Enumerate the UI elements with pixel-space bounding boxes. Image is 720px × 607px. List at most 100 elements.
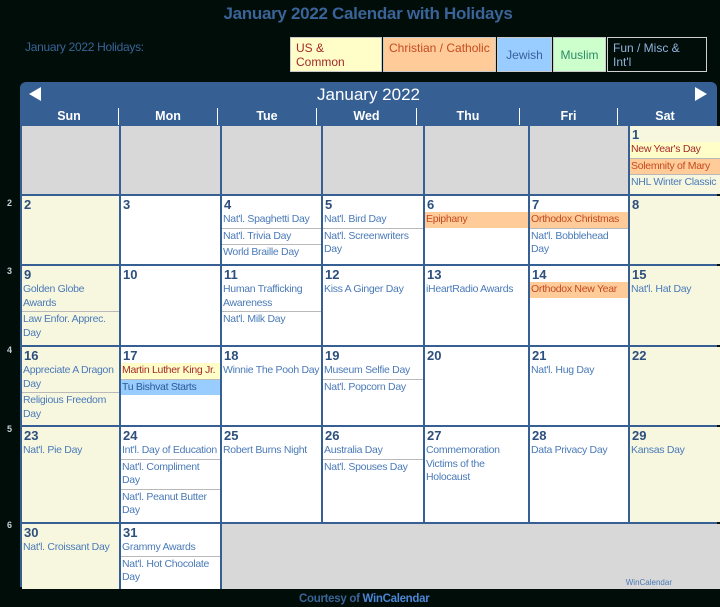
holiday-event[interactable]: Orthodox New Year	[530, 282, 628, 298]
holiday-event[interactable]: Golden Globe Awards	[22, 282, 119, 312]
day-number: 14	[532, 267, 547, 282]
day-cell-8[interactable]: 8	[630, 196, 720, 264]
day-number: 19	[325, 348, 340, 363]
day-cell-28[interactable]: 28 Data Privacy Day	[530, 427, 628, 522]
day-number: 29	[632, 428, 647, 443]
holiday-event[interactable]: Appreciate A Dragon Day	[22, 363, 119, 393]
holiday-event[interactable]: Robert Burns Night	[222, 443, 321, 459]
holiday-event[interactable]: Nat'l. Peanut Butter Day	[121, 490, 220, 519]
day-number: 27	[427, 428, 442, 443]
day-cell-20[interactable]: 20	[425, 347, 528, 425]
holiday-event[interactable]: World Braille Day	[222, 245, 321, 261]
day-cell-11[interactable]: 11 Human Trafficking Awareness Nat'l. Milk…	[222, 266, 321, 345]
day-cell-24[interactable]: 24 Int'l. Day of Education Nat'l. Complime…	[121, 427, 220, 522]
holiday-event[interactable]: Nat'l. Screenwriters Day	[323, 229, 423, 258]
holiday-event[interactable]: Grammy Awards	[121, 540, 220, 557]
holiday-event[interactable]: Nat'l. Spouses Day	[323, 460, 423, 476]
holiday-event[interactable]: Religious Freedom Day	[22, 393, 119, 422]
holiday-event[interactable]: Nat'l. Spaghetti Day	[222, 212, 321, 229]
holiday-event[interactable]: New Year's Day	[630, 142, 720, 159]
week-number: 6	[7, 520, 13, 530]
holiday-event[interactable]: Nat'l. Milk Day	[222, 312, 321, 328]
holiday-event[interactable]: Nat'l. Bird Day	[323, 212, 423, 229]
holiday-event[interactable]: Kiss A Ginger Day	[323, 282, 423, 298]
day-cell-16[interactable]: 16 Appreciate A Dragon Day Religious Freed…	[22, 347, 119, 425]
day-cell-9[interactable]: 9 Golden Globe Awards Law Enfor. Apprec. D…	[22, 266, 119, 345]
holiday-event[interactable]: Nat'l. Trivia Day	[222, 229, 321, 245]
day-cell-6[interactable]: 6 Epiphany	[425, 196, 528, 264]
weekday-wed: Wed	[316, 108, 416, 125]
holiday-event[interactable]: Martin Luther King Jr.	[121, 363, 220, 380]
legend-fun-misc: Fun / Misc & Int'l	[607, 37, 707, 72]
day-cell-14[interactable]: 14 Orthodox New Year	[530, 266, 628, 345]
day-number: 28	[532, 428, 547, 443]
holiday-event[interactable]: Human Trafficking Awareness	[222, 282, 321, 312]
day-cell-19[interactable]: 19 Museum Selfie Day Nat'l. Popcorn Day	[323, 347, 423, 425]
holiday-event[interactable]: Nat'l. Bobblehead Day	[530, 229, 628, 258]
holiday-event[interactable]: Epiphany	[425, 212, 528, 228]
holiday-event[interactable]: iHeartRadio Awards	[425, 282, 528, 298]
month-title: January 2022	[316, 85, 421, 104]
holiday-event[interactable]: Orthodox Christmas	[530, 212, 628, 229]
holiday-event[interactable]: Int'l. Day of Education	[121, 443, 220, 460]
day-number: 13	[427, 267, 442, 282]
day-number: 22	[632, 348, 647, 363]
day-cell-5[interactable]: 5 Nat'l. Bird Day Nat'l. Screenwriters Day	[323, 196, 423, 264]
day-cell-13[interactable]: 13 iHeartRadio Awards	[425, 266, 528, 345]
day-cell-25[interactable]: 25 Robert Burns Night	[222, 427, 321, 522]
holiday-event[interactable]: Winnie The Pooh Day	[222, 363, 321, 379]
holiday-event[interactable]: Solemnity of Mary	[630, 158, 720, 175]
calendar-header: January 2022	[20, 82, 717, 108]
day-cell-23[interactable]: 23 Nat'l. Pie Day	[22, 427, 119, 522]
day-cell-22[interactable]: 22	[630, 347, 720, 425]
legend-us-common: US & Common	[290, 37, 382, 72]
holiday-event[interactable]: Tu Bishvat Starts	[121, 379, 220, 395]
holiday-event[interactable]: Kansas Day	[630, 443, 720, 459]
holiday-event[interactable]: Nat'l. Pie Day	[22, 443, 119, 459]
day-cell-10[interactable]: 10	[121, 266, 220, 345]
holiday-event[interactable]: Australia Day	[323, 443, 423, 460]
day-number: 16	[24, 348, 39, 363]
holiday-event[interactable]: Nat'l. Compliment Day	[121, 460, 220, 490]
day-number: 8	[632, 197, 640, 212]
holiday-event[interactable]: Nat'l. Popcorn Day	[323, 380, 423, 396]
day-cell-7[interactable]: 7 Orthodox Christmas Nat'l. Bobblehead Day	[530, 196, 628, 264]
week-number: 5	[7, 424, 13, 434]
day-cell-12[interactable]: 12 Kiss A Ginger Day	[323, 266, 423, 345]
courtesy-footer: Courtesy of WinCalendar	[299, 593, 430, 605]
wincalendar-link[interactable]: WinCalendar	[363, 593, 430, 605]
day-cell-4[interactable]: 4 Nat'l. Spaghetti Day Nat'l. Trivia Day Wo…	[222, 196, 321, 264]
day-cell-17[interactable]: 17 Martin Luther King Jr. Tu Bishvat Start…	[121, 347, 220, 425]
day-number: 23	[24, 428, 39, 443]
holiday-event[interactable]: Data Privacy Day	[530, 443, 628, 459]
day-cell-30[interactable]: 30 Nat'l. Croissant Day	[22, 524, 119, 589]
day-cell-2[interactable]: 2	[22, 196, 119, 264]
day-number: 6	[427, 197, 435, 212]
holiday-event[interactable]: Nat'l. Hug Day	[530, 363, 628, 379]
holiday-event[interactable]: Nat'l. Croissant Day	[22, 540, 119, 556]
day-cell-3[interactable]: 3	[121, 196, 220, 264]
holiday-event[interactable]: Nat'l. Hot Chocolate Day	[121, 557, 220, 586]
empty-day-cell	[425, 126, 528, 194]
day-cell-21[interactable]: 21 Nat'l. Hug Day	[530, 347, 628, 425]
holiday-event[interactable]: NHL Winter Classic	[630, 175, 720, 191]
empty-day-cell	[222, 126, 321, 194]
week-number: 4	[7, 345, 13, 355]
holiday-event[interactable]: Law Enfor. Apprec. Day	[22, 312, 119, 341]
wincalendar-brand[interactable]: WinCalendar	[626, 578, 672, 587]
day-cell-27[interactable]: 27 Commemoration Victims of the Holocaust	[425, 427, 528, 522]
day-number: 24	[123, 428, 138, 443]
holiday-event[interactable]: Nat'l. Hat Day	[630, 282, 720, 298]
empty-day-cell	[323, 126, 423, 194]
day-cell-1[interactable]: 1 New Year's Day Solemnity of Mary NHL Wint…	[630, 126, 720, 194]
next-month-icon[interactable]	[695, 87, 707, 101]
holiday-event[interactable]: Commemoration Victims of the Holocaust	[425, 443, 528, 486]
day-number: 30	[24, 525, 39, 540]
day-cell-15[interactable]: 15 Nat'l. Hat Day	[630, 266, 720, 345]
day-cell-31[interactable]: 31 Grammy Awards Nat'l. Hot Chocolate Day	[121, 524, 220, 589]
day-cell-29[interactable]: 29 Kansas Day	[630, 427, 720, 522]
day-number: 10	[123, 267, 138, 282]
holiday-event[interactable]: Museum Selfie Day	[323, 363, 423, 380]
day-cell-26[interactable]: 26 Australia Day Nat'l. Spouses Day	[323, 427, 423, 522]
day-cell-18[interactable]: 18 Winnie The Pooh Day	[222, 347, 321, 425]
